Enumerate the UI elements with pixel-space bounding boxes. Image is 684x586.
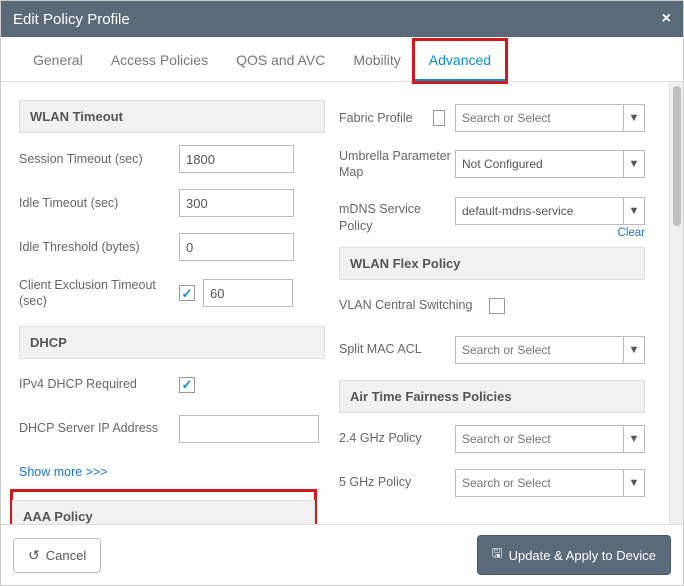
idle-threshold-input[interactable] bbox=[179, 233, 294, 261]
mdns-dropdown-icon[interactable]: ▼ bbox=[623, 197, 645, 225]
cancel-button-label: Cancel bbox=[46, 548, 86, 563]
wlan-timeout-header: WLAN Timeout bbox=[19, 100, 325, 133]
cancel-icon bbox=[28, 547, 40, 564]
client-exclusion-input[interactable] bbox=[203, 279, 293, 307]
split-mac-acl-label: Split MAC ACL bbox=[339, 341, 455, 357]
idle-timeout-input[interactable] bbox=[179, 189, 294, 217]
tab-mobility[interactable]: Mobility bbox=[339, 41, 414, 81]
24ghz-policy-select[interactable] bbox=[455, 425, 623, 453]
fabric-profile-checkbox[interactable] bbox=[433, 110, 445, 126]
save-icon bbox=[492, 544, 503, 566]
24ghz-policy-label: 2.4 GHz Policy bbox=[339, 430, 455, 446]
5ghz-dropdown-icon[interactable]: ▼ bbox=[623, 469, 645, 497]
tab-advanced[interactable]: Advanced bbox=[415, 41, 505, 81]
fabric-profile-select[interactable] bbox=[455, 104, 623, 132]
show-more-link[interactable]: Show more >>> bbox=[19, 465, 108, 479]
idle-timeout-label: Idle Timeout (sec) bbox=[19, 195, 179, 211]
tab-general[interactable]: General bbox=[19, 41, 97, 81]
edit-policy-profile-window: Edit Policy Profile × General Access Pol… bbox=[0, 0, 684, 586]
umbrella-param-map-select[interactable] bbox=[455, 150, 623, 178]
fabric-profile-label: Fabric Profile bbox=[339, 110, 433, 126]
window-title: Edit Policy Profile bbox=[13, 11, 130, 28]
update-apply-button[interactable]: Update & Apply to Device bbox=[477, 535, 672, 575]
idle-threshold-label: Idle Threshold (bytes) bbox=[19, 239, 179, 255]
scrollbar-thumb[interactable] bbox=[673, 86, 681, 226]
mdns-service-policy-label: mDNS Service Policy bbox=[339, 201, 455, 234]
24ghz-dropdown-icon[interactable]: ▼ bbox=[623, 425, 645, 453]
update-apply-label: Update & Apply to Device bbox=[509, 548, 656, 563]
client-exclusion-checkbox[interactable] bbox=[179, 285, 195, 301]
umbrella-dropdown-icon[interactable]: ▼ bbox=[623, 150, 645, 178]
advanced-panel: WLAN Timeout Session Timeout (sec) Idle … bbox=[1, 82, 669, 524]
tab-qos-avc[interactable]: QOS and AVC bbox=[222, 41, 339, 81]
aaa-policy-header: AAA Policy bbox=[12, 500, 315, 525]
wlan-flex-policy-header: WLAN Flex Policy bbox=[339, 247, 645, 280]
session-timeout-input[interactable] bbox=[179, 145, 294, 173]
vlan-central-switching-checkbox[interactable] bbox=[489, 298, 505, 314]
ipv4-dhcp-required-checkbox[interactable] bbox=[179, 377, 195, 393]
session-timeout-label: Session Timeout (sec) bbox=[19, 151, 179, 167]
split-mac-acl-select[interactable] bbox=[455, 336, 623, 364]
ipv4-dhcp-required-label: IPv4 DHCP Required bbox=[19, 376, 179, 392]
vlan-central-switching-label: VLAN Central Switching bbox=[339, 297, 489, 313]
vertical-scrollbar[interactable] bbox=[669, 82, 683, 524]
dhcp-server-ip-label: DHCP Server IP Address bbox=[19, 420, 179, 436]
right-column: Fabric Profile ▼ Umbrella Parameter Map … bbox=[339, 92, 659, 524]
air-time-fairness-header: Air Time Fairness Policies bbox=[339, 380, 645, 413]
titlebar: Edit Policy Profile × bbox=[1, 1, 683, 37]
close-icon[interactable]: × bbox=[662, 10, 671, 28]
client-exclusion-label: Client Exclusion Timeout (sec) bbox=[19, 277, 179, 310]
left-column: WLAN Timeout Session Timeout (sec) Idle … bbox=[19, 92, 339, 524]
fabric-profile-dropdown-icon[interactable]: ▼ bbox=[623, 104, 645, 132]
dhcp-server-ip-input[interactable] bbox=[179, 415, 319, 443]
dhcp-header: DHCP bbox=[19, 326, 325, 359]
umbrella-param-map-label: Umbrella Parameter Map bbox=[339, 148, 455, 181]
tabs-row: General Access Policies QOS and AVC Mobi… bbox=[1, 41, 683, 82]
mdns-service-policy-select[interactable] bbox=[455, 197, 623, 225]
tab-access-policies[interactable]: Access Policies bbox=[97, 41, 222, 81]
aaa-policy-highlight: AAA Policy Allow AAA Override bbox=[10, 489, 317, 525]
footer: Cancel Update & Apply to Device bbox=[1, 524, 683, 585]
mdns-clear-link[interactable]: Clear bbox=[455, 227, 645, 239]
5ghz-policy-label: 5 GHz Policy bbox=[339, 474, 455, 490]
split-mac-dropdown-icon[interactable]: ▼ bbox=[623, 336, 645, 364]
cancel-button[interactable]: Cancel bbox=[13, 538, 101, 573]
5ghz-policy-select[interactable] bbox=[455, 469, 623, 497]
